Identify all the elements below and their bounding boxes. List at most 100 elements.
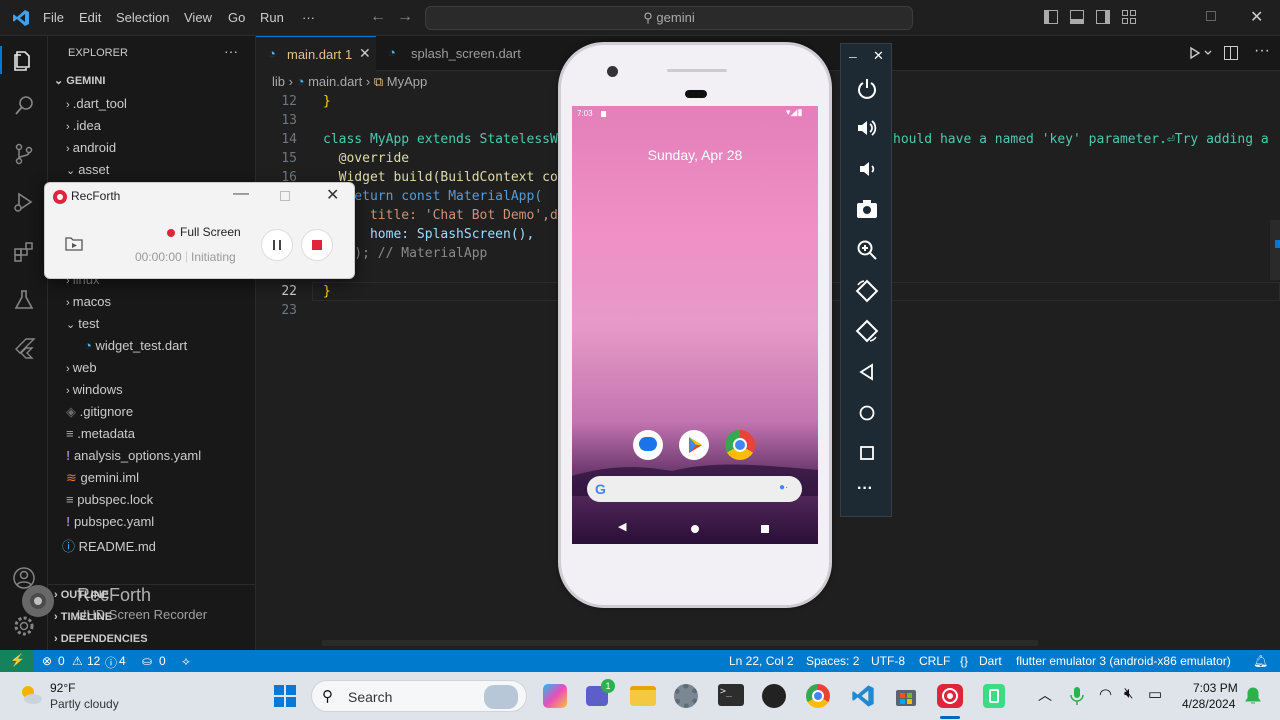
emulator-minimize-icon[interactable]: – [849, 48, 857, 64]
settings-icon[interactable] [674, 684, 698, 708]
clock-time[interactable]: 7:03 PM [1193, 681, 1238, 695]
weather-icon[interactable] [18, 682, 44, 708]
tree-item-idea[interactable]: › .idea [66, 118, 101, 133]
error-count[interactable]: 0 [58, 654, 65, 668]
close-tab-icon[interactable]: ✕ [359, 45, 371, 62]
chevron-up-icon[interactable]: ︿ [1038, 685, 1052, 705]
assistant-icon[interactable]: ●· [779, 482, 788, 493]
tree-item-web[interactable]: › web [66, 360, 97, 375]
back-icon[interactable] [855, 360, 879, 384]
search-icon[interactable] [12, 94, 36, 118]
code-lines[interactable]: } class MyApp extends StatelessWi @overr… [323, 94, 566, 322]
chrome-app-icon[interactable] [725, 430, 755, 460]
remote-indicator[interactable]: ⚡ [0, 650, 34, 672]
rotate-left-icon[interactable] [855, 279, 879, 303]
menu-edit[interactable]: Edit [79, 10, 101, 25]
recforth-taskbar-icon[interactable] [937, 684, 963, 708]
flutter-icon[interactable] [12, 336, 36, 360]
menu-selection[interactable]: Selection [116, 10, 169, 25]
emulator-screen[interactable]: 7:03 ▾◢▮ Sunday, Apr 28 G ●· ◀ [572, 106, 818, 544]
tree-item-gemini-iml[interactable]: ≋ gemini.iml [66, 470, 139, 486]
tab-splash-screen[interactable]: ◔ splash_screen.dart [376, 36, 536, 71]
tree-item-macos[interactable]: › macos [66, 294, 111, 309]
tree-item-android[interactable]: › android [66, 140, 116, 155]
menu-file[interactable]: File [43, 10, 64, 25]
capture-mode[interactable]: Full Screen [180, 225, 241, 239]
tree-item-test[interactable]: ⌄ test [66, 316, 99, 331]
tree-item-pubspec-yaml[interactable]: ! pubspec.yaml [66, 514, 154, 529]
copilot-icon[interactable] [543, 684, 567, 708]
explorer-more-button[interactable]: ··· [224, 43, 238, 59]
camera-screenshot-icon[interactable] [855, 197, 879, 221]
folder-play-icon[interactable] [65, 235, 83, 251]
warning-count[interactable]: 12 [87, 654, 100, 668]
indentation[interactable]: Spaces: 2 [806, 654, 859, 668]
wifi-icon[interactable]: ◠ [1099, 685, 1112, 703]
command-center-search[interactable]: ⚲ gemini [425, 6, 913, 30]
microphone-icon[interactable] [1070, 686, 1084, 706]
restore-window-icon[interactable] [1206, 11, 1216, 21]
menu-view[interactable]: View [184, 10, 212, 25]
stop-button[interactable] [301, 229, 333, 261]
tree-item-readme[interactable]: ⓘ README.md [62, 536, 156, 555]
breadcrumb-file[interactable]: main.dart [308, 74, 362, 89]
language-mode[interactable]: Dart [979, 654, 1002, 668]
dart-devtools-icon[interactable]: ⟡ [182, 654, 190, 669]
battery-icon[interactable]: ▭ [1148, 685, 1162, 703]
tree-item-windows[interactable]: › windows [66, 382, 123, 397]
maximize-icon[interactable] [280, 191, 290, 201]
ports-count[interactable]: 0 [159, 654, 166, 668]
rotate-right-icon[interactable] [855, 319, 879, 343]
app-icon[interactable] [762, 684, 786, 708]
horizontal-scrollbar[interactable] [322, 640, 1038, 646]
line-ending[interactable]: CRLF [919, 654, 950, 668]
vscode-taskbar-icon[interactable] [851, 684, 875, 708]
scrollbar-thumb[interactable] [1270, 220, 1280, 280]
dependencies-section[interactable]: › DEPENDENCIES [54, 633, 148, 645]
android-home-icon[interactable] [691, 525, 699, 533]
tree-item-gitignore[interactable]: ◈ .gitignore [66, 404, 133, 420]
play-store-icon[interactable] [679, 430, 709, 460]
close-window-icon[interactable]: ✕ [1250, 7, 1263, 27]
menu-run[interactable]: Run [260, 10, 284, 25]
editor-more-button[interactable]: ··· [1254, 42, 1270, 60]
breadcrumb-symbol[interactable]: MyApp [387, 74, 427, 89]
source-control-icon[interactable] [12, 142, 36, 166]
customize-layout-icon[interactable] [1122, 10, 1136, 24]
back-arrow-icon[interactable]: ← [370, 8, 386, 26]
home-date[interactable]: Sunday, Apr 28 [572, 147, 818, 163]
tree-item-analysis-options[interactable]: ! analysis_options.yaml [66, 448, 201, 463]
menu-go[interactable]: Go [228, 10, 245, 25]
volume-down-icon[interactable] [855, 157, 879, 181]
tree-item-metadata[interactable]: ≡ .metadata [66, 426, 135, 441]
encoding[interactable]: UTF-8 [871, 654, 905, 668]
cursor-position[interactable]: Ln 22, Col 2 [729, 654, 794, 668]
google-search-bar[interactable]: G ●· [587, 476, 802, 502]
clock-date[interactable]: 4/28/2024 [1182, 697, 1235, 711]
close-icon[interactable]: ✕ [326, 185, 339, 205]
notifications-bell-icon[interactable]: 🔔︎ [1253, 654, 1268, 668]
power-icon[interactable] [855, 76, 879, 100]
android-overview-icon[interactable] [761, 525, 769, 533]
explorer-icon[interactable] [12, 48, 36, 72]
terminal-icon[interactable]: >_ [718, 684, 744, 706]
messages-app-icon[interactable] [633, 430, 663, 460]
tree-item-widget-test[interactable]: ◔ widget_test.dart [84, 338, 187, 353]
breadcrumb-lib[interactable]: lib [272, 74, 285, 89]
taskbar-search[interactable]: ⚲ Search [311, 680, 527, 712]
store-icon[interactable] [894, 684, 918, 708]
minimize-icon[interactable]: — [233, 185, 249, 203]
tree-item-pubspec-lock[interactable]: ≡ pubspec.lock [66, 492, 153, 507]
tab-main-dart[interactable]: ◔ main.dart 1 ✕ [256, 36, 376, 71]
menu-more[interactable]: ··· [302, 10, 315, 25]
more-options-icon[interactable]: ··· [857, 480, 873, 498]
pause-button[interactable] [261, 229, 293, 261]
run-debug-icon[interactable] [12, 190, 36, 214]
toggle-secondary-sidebar-icon[interactable] [1096, 10, 1110, 24]
emulator-close-icon[interactable]: ✕ [873, 48, 884, 64]
workspace-root[interactable]: ⌄ GEMINI [54, 74, 105, 87]
run-dropdown-icon[interactable] [1189, 46, 1213, 60]
split-editor-icon[interactable] [1224, 46, 1238, 60]
device-selector[interactable]: flutter emulator 3 (android-x86 emulator… [1016, 654, 1231, 668]
notification-bell-icon[interactable] [1245, 686, 1261, 706]
